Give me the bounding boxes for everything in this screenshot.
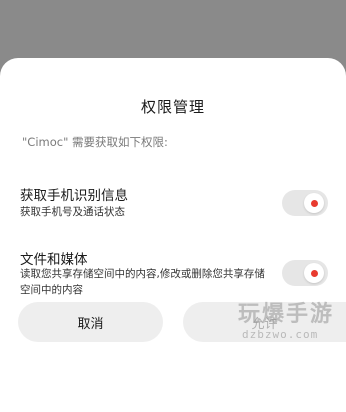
dialog-title: 权限管理 <box>140 98 205 116</box>
permission-toggle-phone[interactable] <box>282 190 328 216</box>
dialog-subtitle: "Cimoc" 需要获取如下权限: <box>22 135 168 149</box>
allow-button[interactable]: 允许 <box>183 302 346 342</box>
toggle-on-indicator-icon <box>310 269 318 277</box>
toggle-knob <box>304 263 324 283</box>
toggle-knob <box>304 193 324 213</box>
permission-toggle-media[interactable] <box>282 260 328 286</box>
permission-title: 获取手机识别信息 <box>20 188 128 204</box>
cancel-button[interactable]: 取消 <box>18 302 163 342</box>
permission-title: 文件和媒体 <box>20 252 88 268</box>
permission-desc: 读取您共享存储空间中的内容,修改或删除您共享存储空间中的内容 <box>20 268 265 296</box>
dim-overlay[interactable] <box>0 0 346 60</box>
toggle-on-indicator-icon <box>310 199 318 207</box>
permission-dialog: 权限管理 "Cimoc" 需要获取如下权限: 获取手机识别信息 获取手机号及通话… <box>0 58 346 412</box>
permission-desc: 获取手机号及通话状态 <box>20 206 125 218</box>
